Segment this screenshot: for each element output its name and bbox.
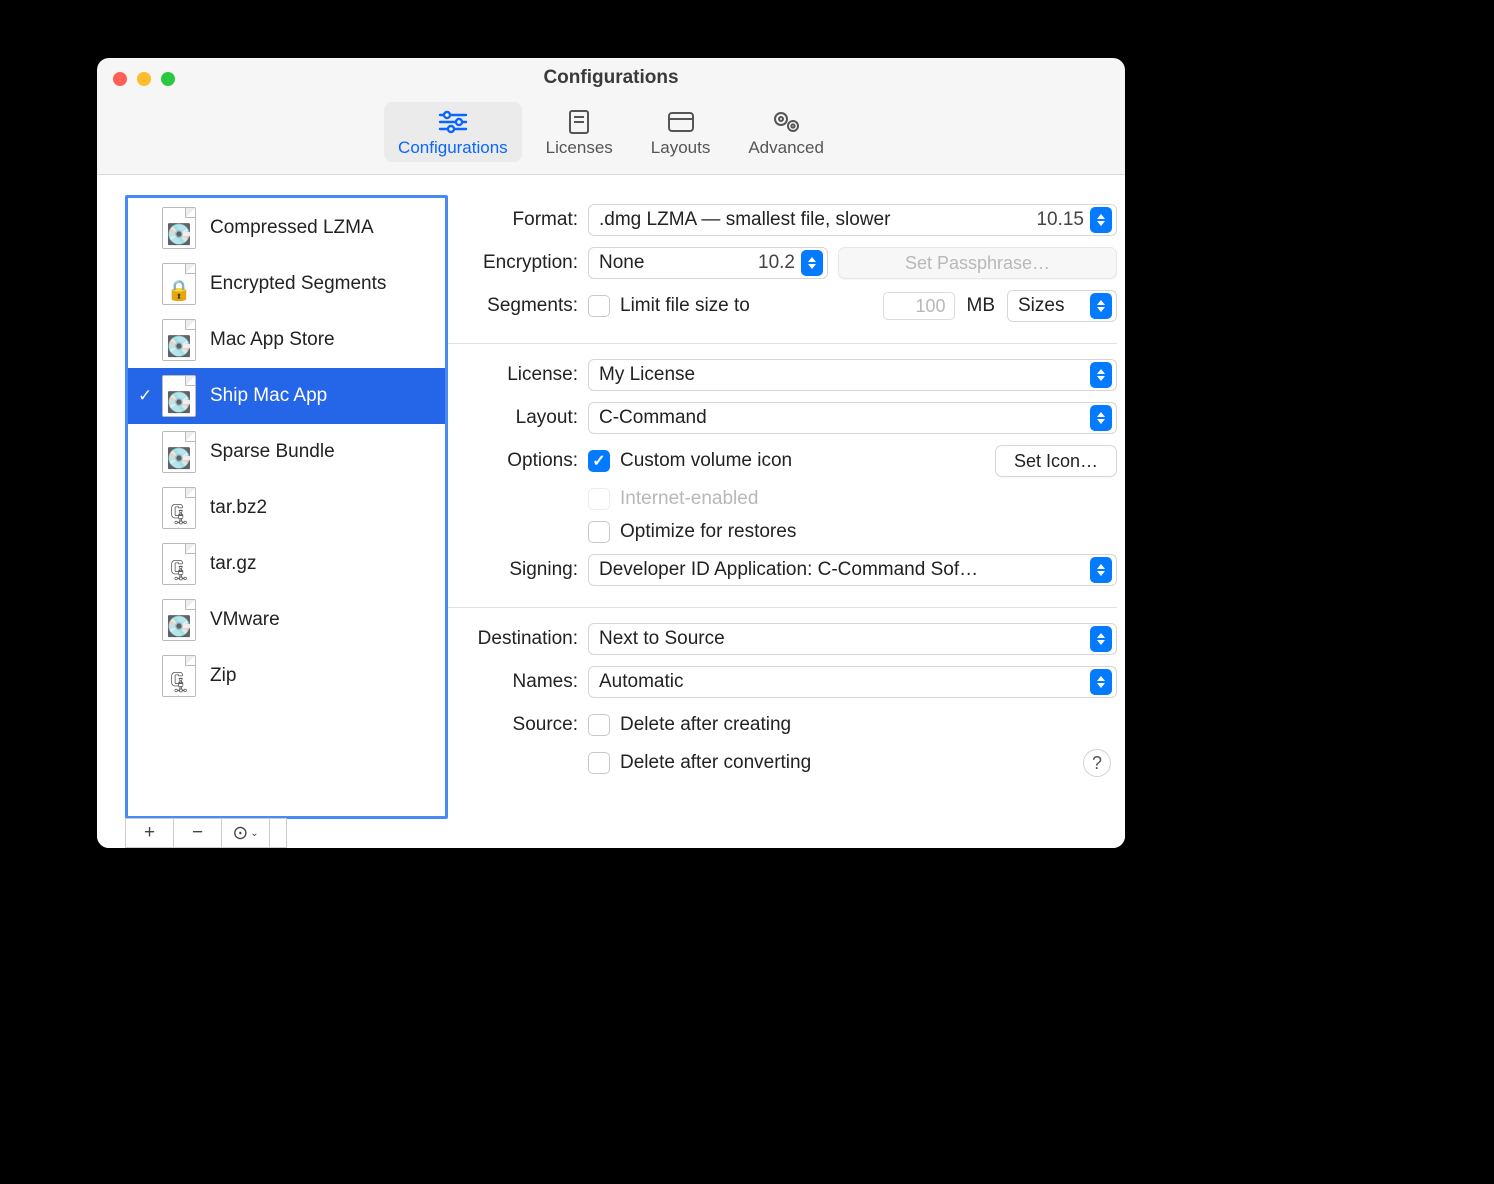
segment-size-field[interactable]: 100 — [883, 292, 955, 320]
format-label: Format: — [448, 209, 578, 231]
delete-after-converting-label: Delete after converting — [620, 752, 811, 774]
list-item[interactable]: 🗜tar.bz2 — [128, 480, 445, 536]
optimize-restores-checkbox[interactable] — [588, 521, 610, 543]
list-item-selected[interactable]: ✓💽Ship Mac App — [128, 368, 445, 424]
names-label: Names: — [448, 671, 578, 693]
disk-image-icon: 💽 — [162, 431, 196, 473]
sliders-icon — [436, 108, 470, 136]
internet-enabled-checkbox — [588, 488, 610, 510]
list-item[interactable]: 💽VMware — [128, 592, 445, 648]
tab-label: Layouts — [651, 138, 711, 158]
custom-volume-icon-checkbox[interactable] — [588, 450, 610, 472]
disk-image-icon: 💽 — [162, 375, 196, 417]
segment-size-unit: MB — [967, 295, 996, 317]
list-item[interactable]: 🗜Zip — [128, 648, 445, 704]
stepper-icon — [1090, 293, 1112, 319]
disk-image-icon: 💽 — [162, 207, 196, 249]
license-select[interactable]: My License — [588, 359, 1117, 391]
stepper-icon — [1090, 557, 1112, 583]
license-icon — [562, 108, 596, 136]
checkmark-icon: ✓ — [138, 386, 152, 406]
stepper-icon — [1090, 362, 1112, 388]
optimize-restores-label: Optimize for restores — [620, 521, 796, 543]
archive-icon: 🗜 — [162, 487, 196, 529]
names-select[interactable]: Automatic — [588, 666, 1117, 698]
list-item[interactable]: 💽Mac App Store — [128, 312, 445, 368]
signing-select[interactable]: Developer ID Application: C-Command Sof… — [588, 554, 1117, 586]
tab-label: Advanced — [748, 138, 824, 158]
list-item[interactable]: 💽Compressed LZMA — [128, 200, 445, 256]
options-label: Options: — [448, 450, 578, 472]
list-item[interactable]: 💽Sparse Bundle — [128, 424, 445, 480]
layout-label: Layout: — [448, 407, 578, 429]
titlebar: Configurations — [97, 58, 1125, 98]
window-icon — [664, 108, 698, 136]
encryption-label: Encryption: — [448, 252, 578, 274]
internet-enabled-label: Internet-enabled — [620, 488, 758, 510]
chevron-down-icon: ⌄ — [250, 828, 258, 839]
minimize-icon[interactable] — [137, 72, 151, 86]
more-actions-button[interactable]: ⊙⌄ — [222, 819, 270, 847]
delete-after-creating-label: Delete after creating — [620, 714, 791, 736]
source-label: Source: — [448, 714, 578, 736]
stepper-icon — [801, 250, 823, 276]
content: 💽Compressed LZMA 🔒Encrypted Segments 💽Ma… — [97, 175, 1125, 848]
disk-image-icon: 💽 — [162, 319, 196, 361]
limit-file-size-label: Limit file size to — [620, 295, 750, 317]
format-select[interactable]: .dmg LZMA — smallest file, slower 10.15 — [588, 204, 1117, 236]
tab-licenses[interactable]: Licenses — [532, 102, 627, 162]
delete-after-converting-checkbox[interactable] — [588, 752, 610, 774]
remove-button[interactable]: − — [174, 819, 222, 847]
delete-after-creating-checkbox[interactable] — [588, 714, 610, 736]
tab-label: Configurations — [398, 138, 508, 158]
lock-icon: 🔒 — [162, 263, 196, 305]
limit-file-size-checkbox[interactable] — [588, 295, 610, 317]
add-button[interactable]: + — [126, 819, 174, 847]
signing-label: Signing: — [448, 559, 578, 581]
tab-label: Licenses — [546, 138, 613, 158]
list-item[interactable]: 🗜tar.gz — [128, 536, 445, 592]
left-panel: 💽Compressed LZMA 🔒Encrypted Segments 💽Ma… — [97, 175, 448, 848]
archive-icon: 🗜 — [162, 543, 196, 585]
window: Configurations Configurations Licenses L… — [97, 58, 1125, 848]
tab-advanced[interactable]: Advanced — [734, 102, 838, 162]
window-traffic-lights — [113, 72, 175, 86]
archive-icon: 🗜 — [162, 655, 196, 697]
tab-layouts[interactable]: Layouts — [637, 102, 725, 162]
window-title: Configurations — [543, 67, 678, 89]
sizes-select[interactable]: Sizes — [1007, 290, 1117, 322]
list-item[interactable]: 🔒Encrypted Segments — [128, 256, 445, 312]
stepper-icon — [1090, 405, 1112, 431]
encryption-select[interactable]: None 10.2 — [588, 247, 828, 279]
destination-label: Destination: — [448, 628, 578, 650]
set-passphrase-button: Set Passphrase… — [838, 247, 1117, 279]
layout-select[interactable]: C-Command — [588, 402, 1117, 434]
list-footer: + − ⊙⌄ — [125, 818, 287, 848]
stepper-icon — [1090, 626, 1112, 652]
details-panel: Format: .dmg LZMA — smallest file, slowe… — [448, 175, 1125, 848]
segments-label: Segments: — [448, 295, 578, 317]
help-button[interactable]: ? — [1083, 749, 1111, 777]
destination-select[interactable]: Next to Source — [588, 623, 1117, 655]
custom-volume-icon-label: Custom volume icon — [620, 450, 792, 472]
configurations-list[interactable]: 💽Compressed LZMA 🔒Encrypted Segments 💽Ma… — [125, 195, 448, 819]
close-icon[interactable] — [113, 72, 127, 86]
stepper-icon — [1090, 207, 1112, 233]
stepper-icon — [1090, 669, 1112, 695]
gears-icon — [769, 108, 803, 136]
license-label: License: — [448, 364, 578, 386]
set-icon-button[interactable]: Set Icon… — [995, 445, 1117, 477]
tab-configurations[interactable]: Configurations — [384, 102, 522, 162]
toolbar: Configurations Licenses Layouts Advanced — [97, 98, 1125, 175]
disk-image-icon: 💽 — [162, 599, 196, 641]
zoom-icon[interactable] — [161, 72, 175, 86]
